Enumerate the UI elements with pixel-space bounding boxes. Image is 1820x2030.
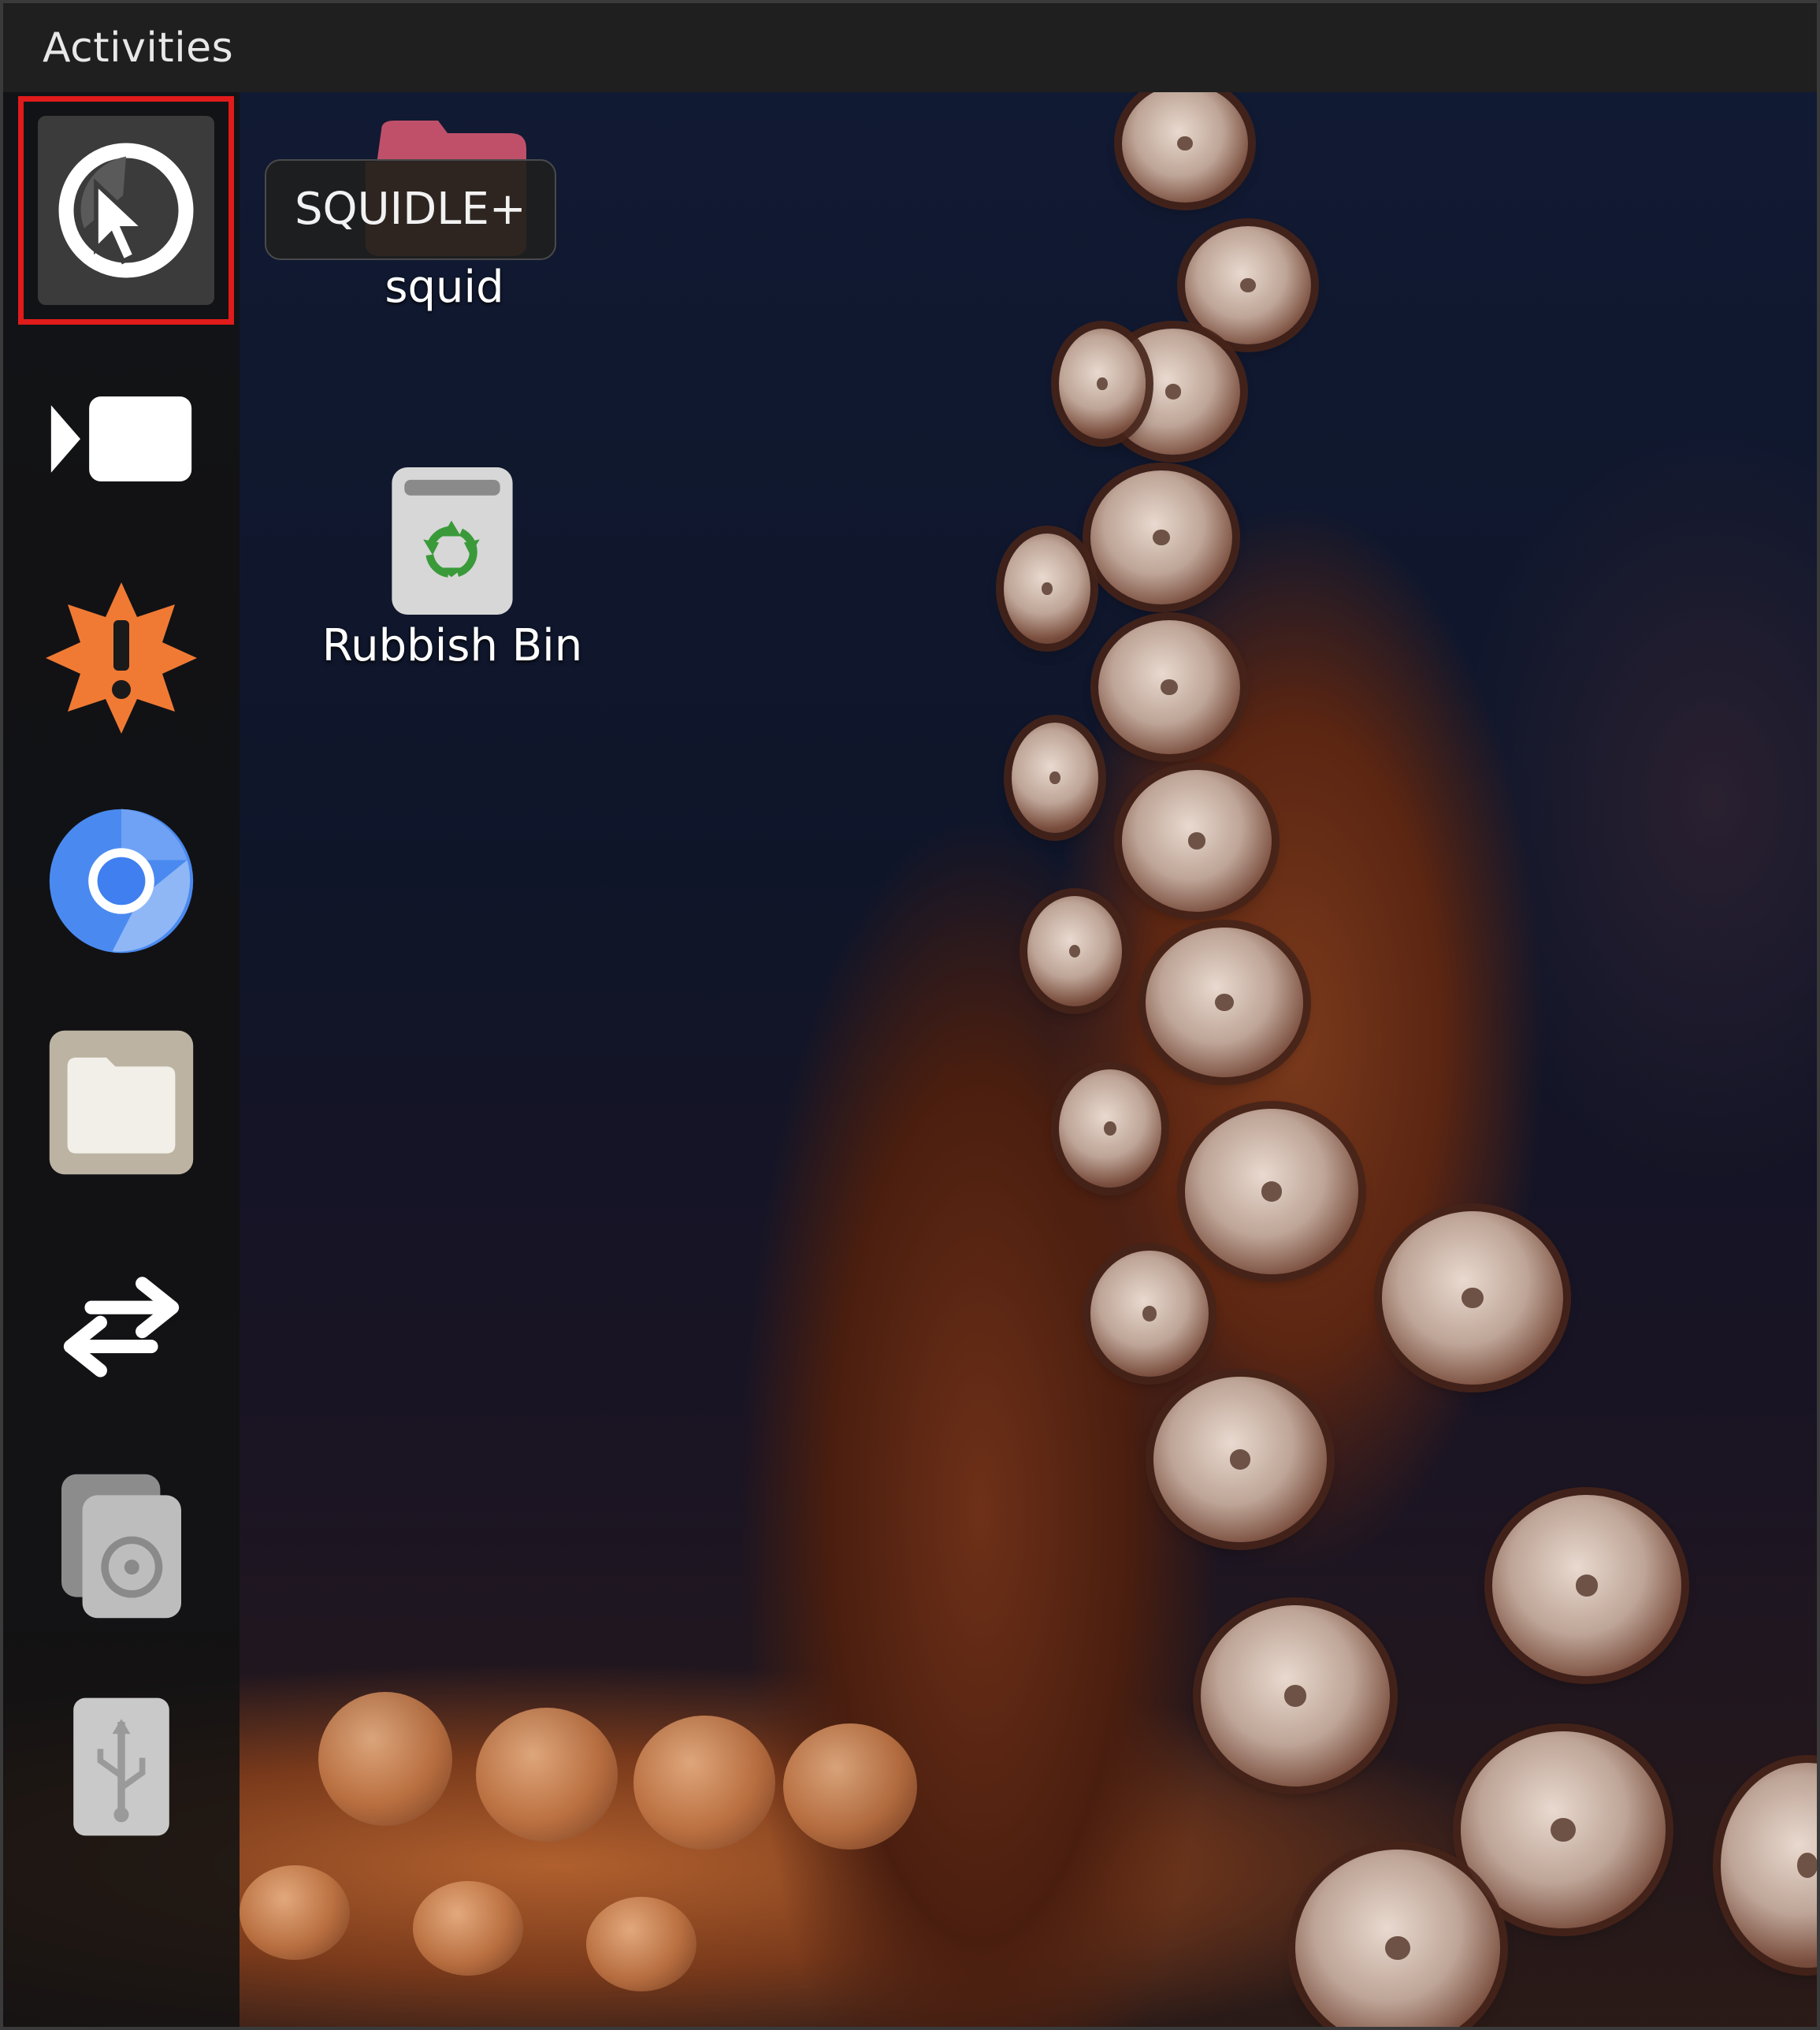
- swap-arrows-icon: [63, 1277, 180, 1378]
- dock-item-software-updater[interactable]: [30, 567, 213, 749]
- dock-item-chromium[interactable]: [30, 790, 213, 972]
- usb-drive-icon: [73, 1697, 169, 1836]
- squidle-cursor-globe-icon: [58, 143, 194, 278]
- dock-tooltip: SQUIDLE+: [265, 159, 556, 260]
- desktop-icon-label: squid: [384, 262, 504, 313]
- desktop-icon-rubbish-bin[interactable]: Rubbish Bin: [306, 464, 598, 675]
- dock-item-video-recorder[interactable]: [30, 348, 213, 530]
- dock-item-transfer[interactable]: [30, 1235, 213, 1416]
- desktop-screen: Activities squid Rubbish Bin SQUIDLE+: [0, 0, 1820, 2030]
- desktop-icon-label: Rubbish Bin: [321, 620, 583, 671]
- top-bar: Activities: [3, 3, 1817, 92]
- desktop-wallpaper: [3, 84, 1817, 2027]
- activities-button[interactable]: Activities: [43, 20, 233, 76]
- video-camera-icon: [50, 396, 192, 481]
- optical-drive-icon: [61, 1474, 181, 1619]
- dock-item-squidle[interactable]: [18, 96, 234, 325]
- trash-icon: [392, 467, 513, 615]
- dock-item-files[interactable]: [30, 1012, 213, 1193]
- alert-burst-icon: [46, 582, 197, 734]
- folder-icon: [49, 1030, 194, 1175]
- dock-item-usb-drive[interactable]: [30, 1676, 213, 1857]
- dock-item-disk[interactable]: [30, 1456, 213, 1637]
- chromium-icon: [49, 809, 194, 954]
- dock: [3, 92, 240, 2027]
